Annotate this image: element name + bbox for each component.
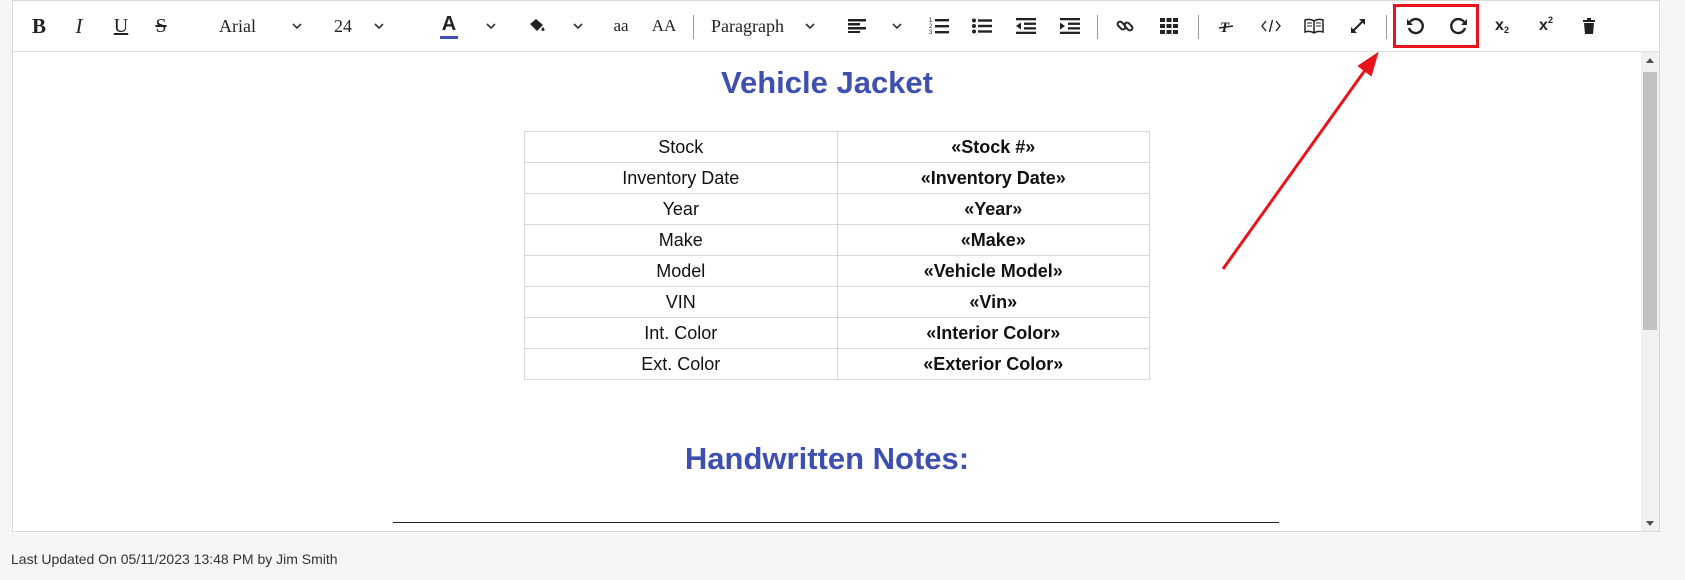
undo-icon bbox=[1407, 17, 1424, 35]
field-value: «Vehicle Model» bbox=[836, 255, 1150, 287]
notes-line bbox=[393, 522, 1279, 523]
italic-button[interactable]: I bbox=[67, 11, 91, 41]
field-label: VIN bbox=[524, 286, 838, 318]
field-value: «Inventory Date» bbox=[836, 162, 1150, 194]
block-format-select[interactable]: Paragraph bbox=[711, 11, 811, 41]
vertical-scrollbar[interactable] bbox=[1641, 52, 1659, 531]
indent-button[interactable] bbox=[1058, 11, 1082, 41]
field-label: Stock bbox=[524, 131, 838, 163]
ordered-list-icon: 123 bbox=[929, 18, 949, 35]
expand-icon bbox=[1351, 19, 1365, 33]
align-chevron-down-icon[interactable] bbox=[890, 11, 904, 41]
toolbar-divider bbox=[1198, 15, 1199, 39]
field-value: «Exterior Color» bbox=[836, 348, 1150, 380]
uppercase-button[interactable]: AA bbox=[649, 11, 679, 41]
vehicle-fields-table: Stock «Stock #» Inventory Date «Inventory D… bbox=[524, 131, 1150, 380]
link-icon bbox=[1116, 20, 1134, 32]
scrollbar-thumb[interactable] bbox=[1643, 72, 1657, 330]
table-row: Make «Make» bbox=[524, 224, 1150, 256]
subscript-mark: 2 bbox=[1503, 25, 1509, 35]
text-color-chevron-down-icon[interactable] bbox=[484, 11, 498, 41]
field-value: «Vin» bbox=[836, 286, 1150, 318]
strikethrough-button[interactable]: S bbox=[149, 11, 173, 41]
outdent-button[interactable] bbox=[1014, 11, 1038, 41]
code-icon bbox=[1261, 19, 1281, 33]
fullscreen-button[interactable] bbox=[1346, 11, 1370, 41]
field-label: Model bbox=[524, 255, 838, 287]
table-row: Stock «Stock #» bbox=[524, 131, 1150, 163]
clear-format-icon: T bbox=[1218, 20, 1234, 34]
trash-icon bbox=[1583, 18, 1595, 34]
highlight-color-button[interactable] bbox=[525, 11, 549, 41]
align-button[interactable] bbox=[845, 11, 869, 41]
font-size-select[interactable]: 24 bbox=[334, 11, 364, 41]
table-row: VIN «Vin» bbox=[524, 286, 1150, 318]
bullet-list-button[interactable] bbox=[970, 11, 994, 41]
paint-bucket-icon bbox=[530, 19, 545, 31]
table-grid-icon bbox=[1160, 18, 1178, 34]
open-book-icon bbox=[1304, 18, 1324, 34]
field-value: «Make» bbox=[836, 224, 1150, 256]
superscript-button[interactable]: x2 bbox=[1533, 11, 1559, 41]
notes-heading: Handwritten Notes: bbox=[684, 441, 970, 476]
text-color-button[interactable]: A bbox=[437, 11, 461, 41]
underline-button[interactable]: U bbox=[109, 11, 133, 41]
field-value: «Interior Color» bbox=[836, 317, 1150, 349]
superscript-mark: 2 bbox=[1547, 15, 1553, 25]
lowercase-button[interactable]: aa bbox=[609, 11, 633, 41]
delete-button[interactable] bbox=[1577, 11, 1601, 41]
bold-button[interactable]: B bbox=[27, 11, 51, 41]
toolbar-divider bbox=[1386, 15, 1387, 39]
insert-link-button[interactable] bbox=[1113, 11, 1137, 41]
editor-toolbar: B I U S Arial 24 A aa AA Paragraph 1 2 3… bbox=[13, 1, 1659, 52]
field-label: Make bbox=[524, 224, 838, 256]
field-label: Int. Color bbox=[524, 317, 838, 349]
table-row: Inventory Date «Inventory Date» bbox=[524, 162, 1150, 194]
superscript-glyph: x bbox=[1539, 17, 1548, 34]
redo-button[interactable] bbox=[1445, 11, 1473, 41]
text-color-swatch bbox=[440, 35, 458, 39]
font-size-chevron-down-icon[interactable] bbox=[372, 11, 386, 41]
bullet-list-icon bbox=[972, 18, 992, 34]
ordered-list-button[interactable]: 123 bbox=[927, 11, 951, 41]
field-value: «Stock #» bbox=[836, 131, 1150, 163]
font-family-chevron-down-icon[interactable] bbox=[290, 11, 304, 41]
table-row: Int. Color «Interior Color» bbox=[524, 317, 1150, 349]
svg-text:3: 3 bbox=[929, 30, 933, 35]
scroll-down-arrow-icon[interactable] bbox=[1641, 515, 1659, 531]
table-row: Year «Year» bbox=[524, 193, 1150, 225]
scroll-up-arrow-icon[interactable] bbox=[1641, 52, 1659, 68]
field-label: Ext. Color bbox=[524, 348, 838, 380]
align-left-icon bbox=[848, 19, 866, 33]
toolbar-divider bbox=[693, 15, 694, 39]
source-code-button[interactable] bbox=[1259, 11, 1283, 41]
field-label: Inventory Date bbox=[524, 162, 838, 194]
redo-icon bbox=[1450, 17, 1467, 35]
toolbar-divider bbox=[1097, 15, 1098, 39]
rich-text-editor: B I U S Arial 24 A aa AA Paragraph 1 2 3… bbox=[12, 0, 1660, 532]
clear-formatting-button[interactable]: T bbox=[1214, 11, 1238, 41]
indent-icon bbox=[1060, 18, 1080, 34]
preview-button[interactable] bbox=[1302, 11, 1326, 41]
subscript-glyph: x bbox=[1495, 17, 1504, 34]
block-format-chevron-down-icon[interactable] bbox=[803, 11, 817, 41]
undo-button[interactable] bbox=[1401, 11, 1429, 41]
table-row: Model «Vehicle Model» bbox=[524, 255, 1150, 287]
last-updated-text: Last Updated On 05/11/2023 13:48 PM by J… bbox=[11, 551, 338, 567]
document-title: Vehicle Jacket bbox=[721, 65, 933, 100]
editor-content[interactable]: Vehicle Jacket Stock «Stock #» Inventory D… bbox=[13, 52, 1641, 531]
outdent-icon bbox=[1016, 18, 1036, 34]
insert-table-button[interactable] bbox=[1157, 11, 1181, 41]
subscript-button[interactable]: x2 bbox=[1489, 11, 1515, 41]
table-row: Ext. Color «Exterior Color» bbox=[524, 348, 1150, 380]
field-value: «Year» bbox=[836, 193, 1150, 225]
text-color-glyph: A bbox=[441, 12, 457, 35]
highlight-color-chevron-down-icon[interactable] bbox=[571, 11, 585, 41]
font-family-select[interactable]: Arial bbox=[219, 11, 275, 41]
field-label: Year bbox=[524, 193, 838, 225]
